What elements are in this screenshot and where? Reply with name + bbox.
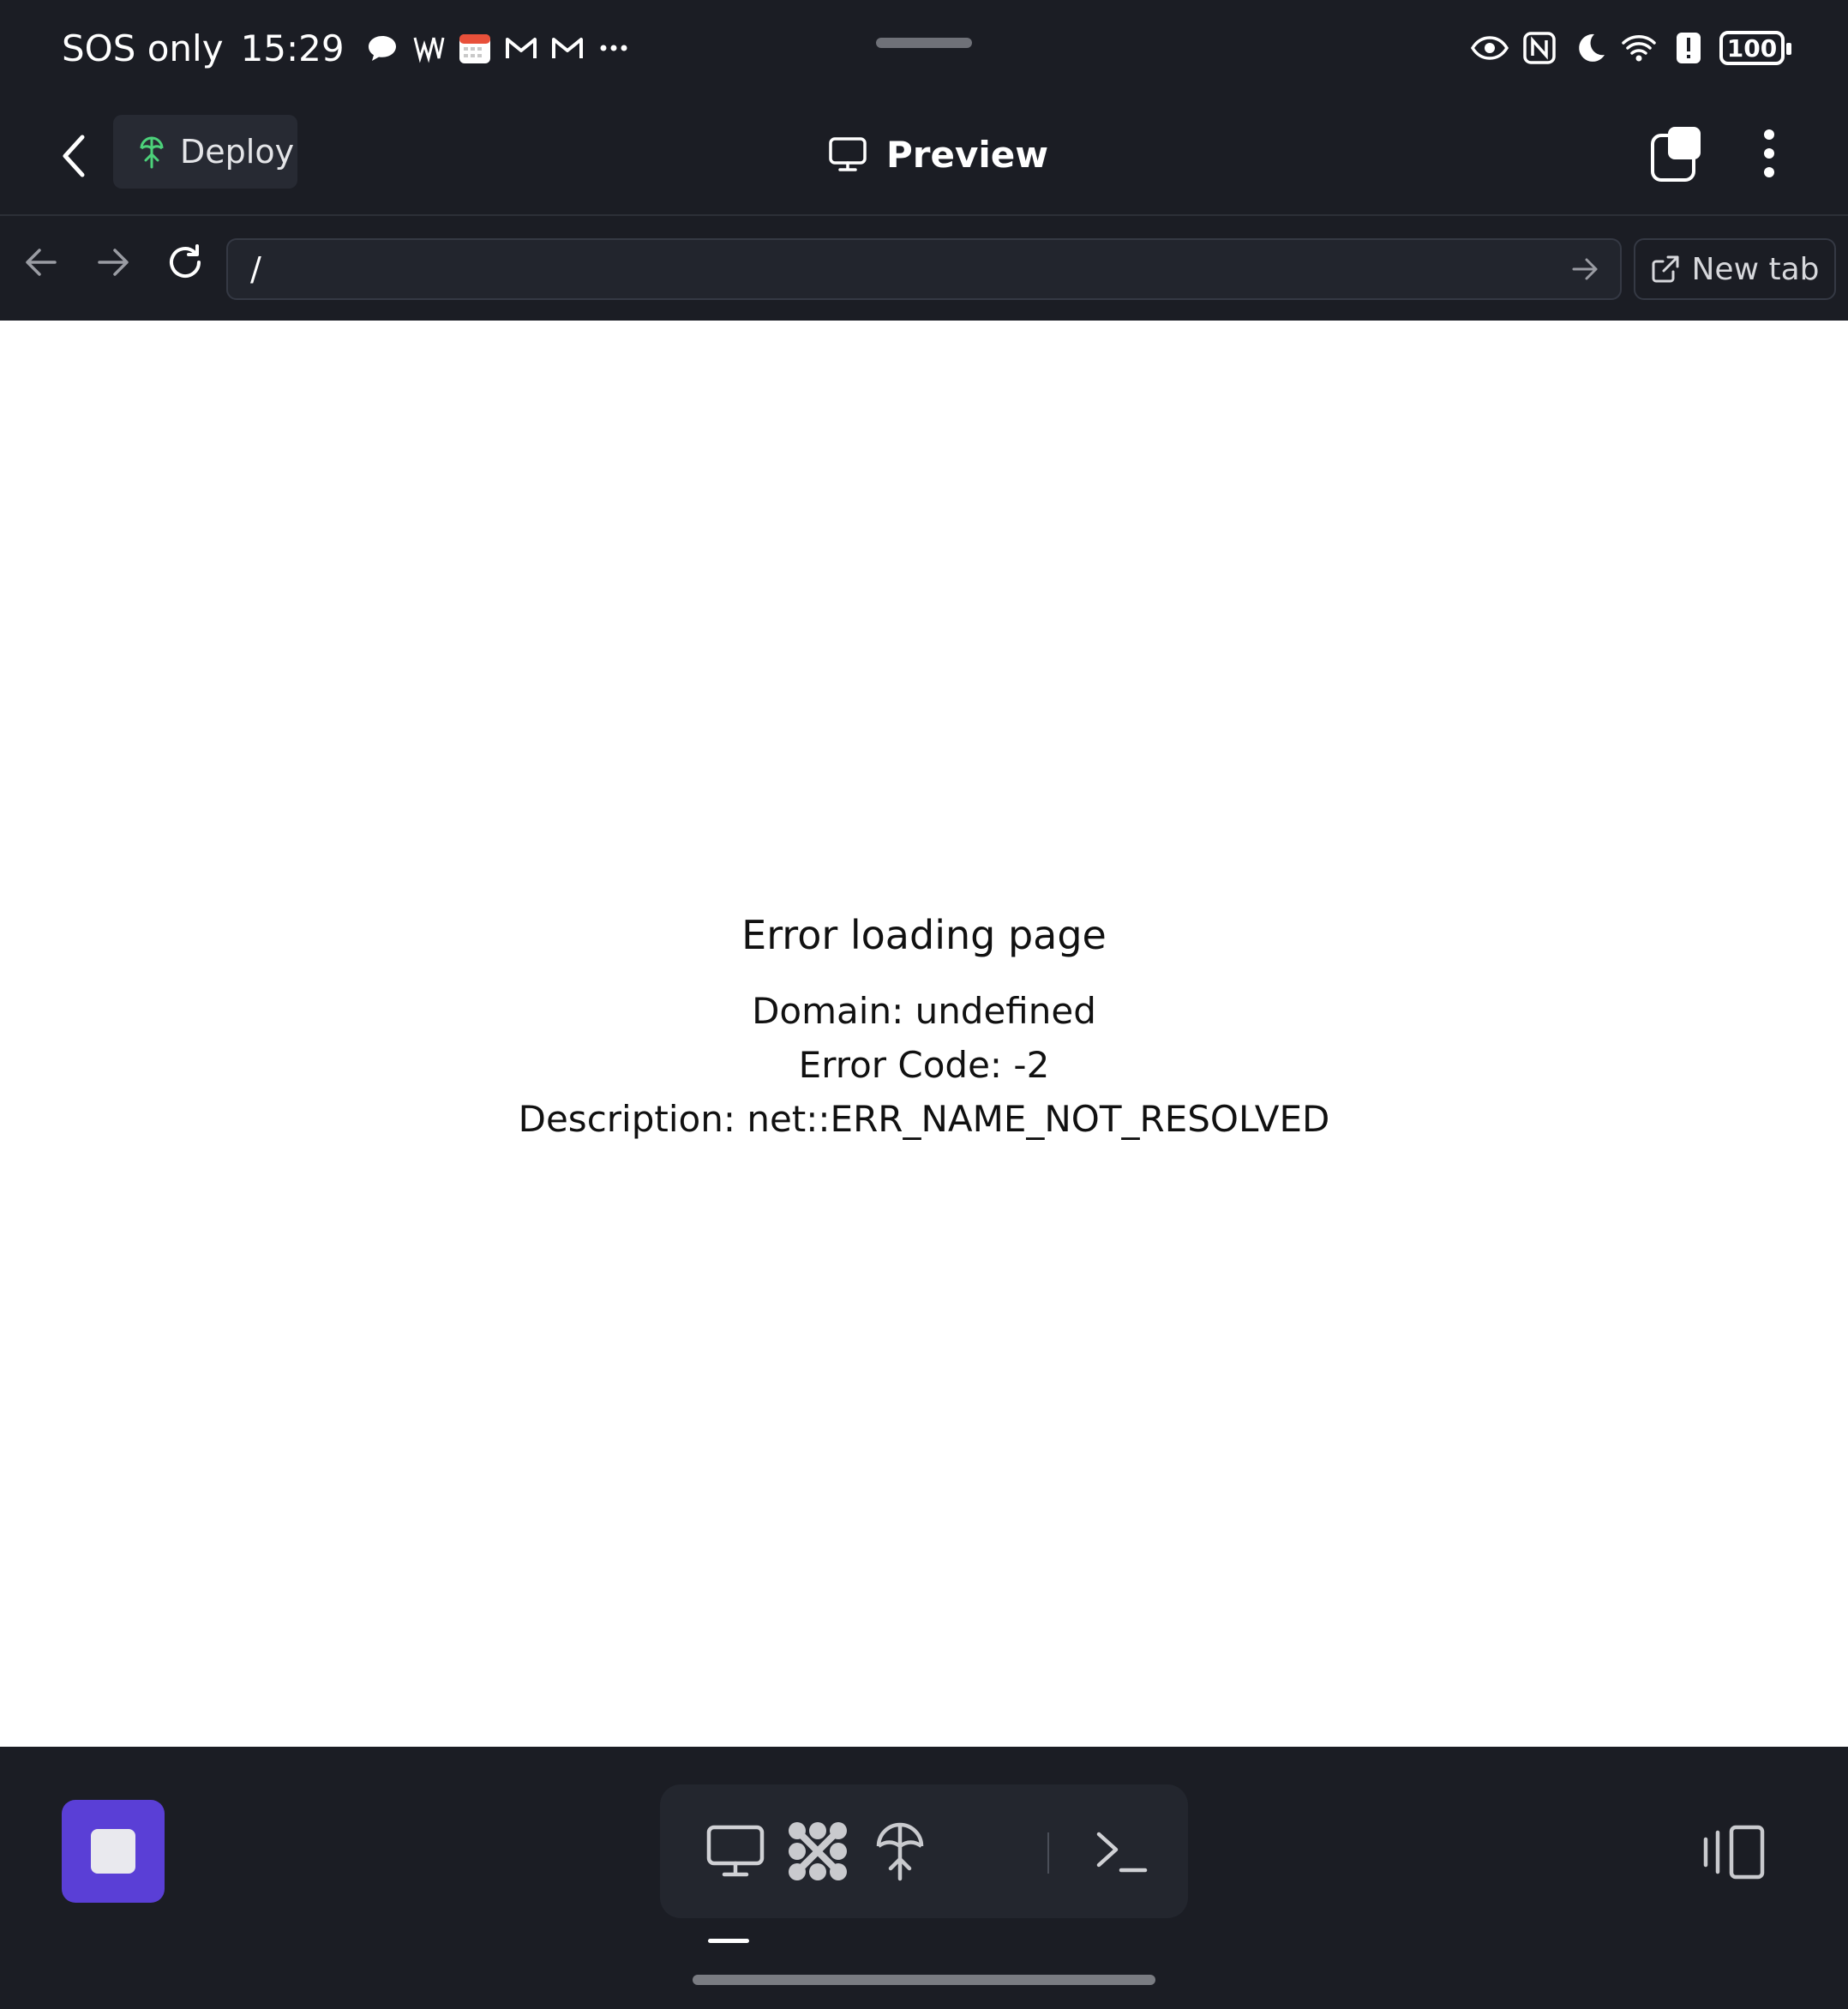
clock-text: 15:29 [240,27,345,69]
calendar-icon [459,34,490,63]
alert-icon [1677,33,1701,63]
tool-divider [1047,1832,1049,1874]
status-bar: SOS only 15:29 100 [0,0,1848,96]
deploy-icon [140,136,164,169]
chat-bubble-icon [368,36,396,61]
app-header: Deploy Preview [0,96,1848,216]
terminal-icon [1096,1832,1148,1873]
page-title-text: Preview [886,133,1049,176]
stop-icon [91,1829,135,1874]
vertical-dots-icon [1764,129,1774,177]
more-dots-icon [600,45,627,51]
carrier-text: SOS only [62,27,224,69]
error-code: Error Code: -2 [798,1044,1050,1086]
error-description: Description: net::ERR_NAME_NOT_RESOLVED [518,1098,1330,1140]
status-drag-handle[interactable] [876,38,972,48]
status-left: SOS only 15:29 [62,21,633,75]
nav-back-button[interactable] [15,237,67,288]
moon-icon [1579,33,1605,62]
gmail-icon [551,38,583,58]
reload-icon [170,244,201,278]
workflow-tool-button[interactable] [777,1810,859,1892]
new-tab-button[interactable]: New tab [1634,238,1836,300]
active-tab-indicator [708,1939,749,1943]
panel-toggle-button[interactable] [1701,1822,1769,1882]
battery-level: 100 [1726,33,1778,63]
wifi-icon [1622,35,1656,62]
tabs-button[interactable] [1649,123,1704,183]
split-panel-icon [1703,1825,1765,1880]
arrow-right-icon [98,249,129,276]
w-app-icon [413,37,445,63]
back-button[interactable] [48,125,99,187]
gmail-icon [505,38,537,58]
tool-switcher [660,1784,1188,1918]
eye-icon [1471,36,1509,60]
url-input[interactable] [249,240,1534,298]
url-bar[interactable] [226,238,1622,300]
home-indicator[interactable] [693,1975,1155,1985]
nfc-icon [1523,32,1556,64]
terminal-tool-button[interactable] [1080,1810,1162,1892]
error-domain: Domain: undefined [752,990,1096,1032]
nav-forward-button[interactable] [87,237,139,288]
bottom-toolbar [0,1747,1848,2009]
error-message: Error loading page Domain: undefined Err… [0,912,1848,1146]
reload-button[interactable] [159,237,211,288]
deploy-button[interactable]: Deploy [113,115,297,189]
external-link-icon [1652,255,1678,283]
deploy-label: Deploy [180,133,295,171]
stop-button[interactable] [62,1800,165,1903]
navigation-bar: New tab [0,218,1848,321]
status-right: 100 [1471,21,1791,75]
battery-indicator: 100 [1719,31,1791,65]
error-title: Error loading page [741,912,1107,958]
deploy-tool-button[interactable] [859,1810,941,1892]
web-preview[interactable]: Error loading page Domain: undefined Err… [0,321,1848,1747]
preview-tool-button[interactable] [694,1810,777,1892]
workflow-icon [789,1822,847,1880]
monitor-icon [829,137,867,171]
page-title: Preview [828,122,1048,187]
preview-monitor-icon [706,1825,765,1877]
more-options-button[interactable] [1749,123,1790,183]
new-tab-label: New tab [1691,251,1820,287]
deploy-icon [876,1822,924,1881]
chevron-left-icon [63,135,85,177]
go-arrow-icon[interactable] [1570,254,1601,285]
tabs-stack-icon [1651,127,1701,182]
arrow-left-icon [26,249,57,276]
